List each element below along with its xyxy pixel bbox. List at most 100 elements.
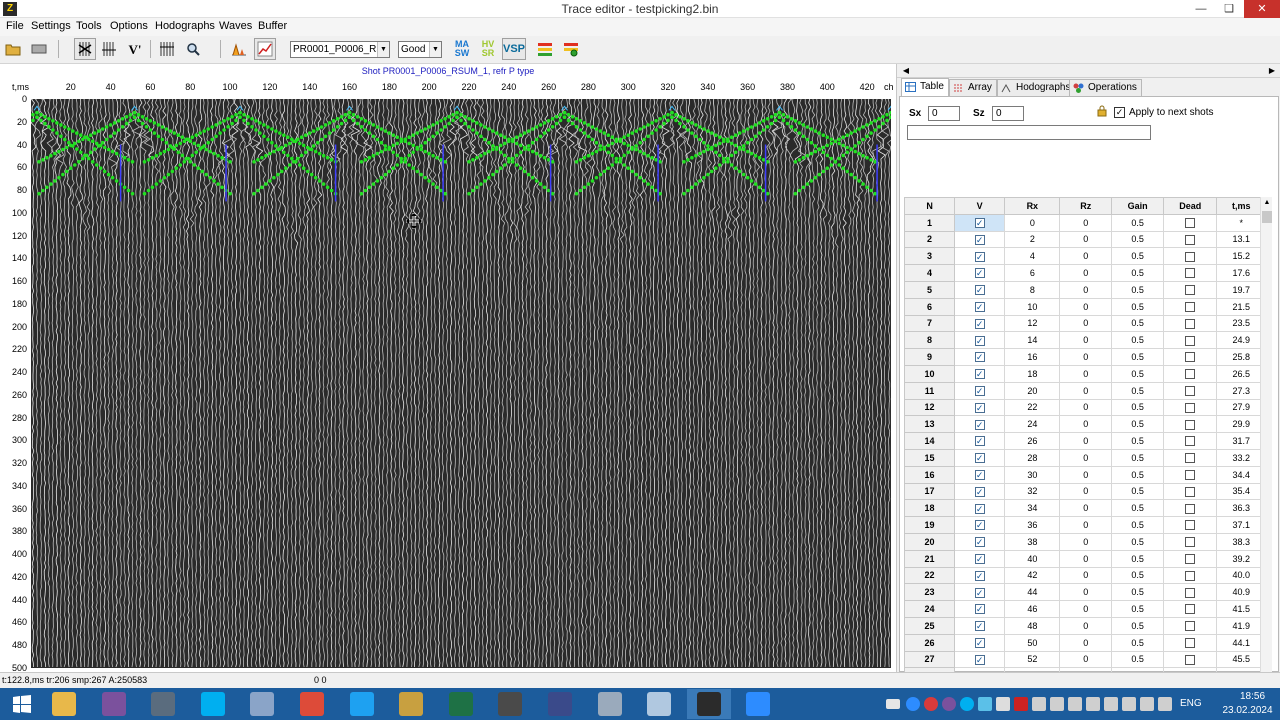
cell-dead[interactable]: [1163, 533, 1218, 551]
visible-checkbox[interactable]: ✓: [974, 637, 985, 648]
keyboard-button[interactable]: [28, 38, 50, 60]
dead-checkbox[interactable]: [1185, 553, 1196, 564]
cell-v[interactable]: ✓: [954, 315, 1006, 333]
seismogram-panel[interactable]: Shot PR0001_P0006_RSUM_1, refr P type t,…: [0, 64, 896, 673]
tab-table[interactable]: Table: [901, 78, 949, 96]
cell-dead[interactable]: [1163, 516, 1218, 534]
tab-array[interactable]: Array: [949, 79, 997, 96]
cell-v[interactable]: ✓: [954, 214, 1006, 232]
usb-tray-icon[interactable]: [996, 697, 1010, 711]
pick-mode-button[interactable]: [74, 38, 96, 60]
cell-dead[interactable]: [1163, 331, 1218, 350]
viber-tray-icon[interactable]: [942, 697, 956, 711]
menu-tools[interactable]: Tools: [76, 20, 102, 32]
dead-checkbox[interactable]: [1185, 587, 1196, 598]
col-t-ms[interactable]: t,ms: [1216, 197, 1266, 215]
cell-dead[interactable]: [1163, 449, 1218, 467]
dead-checkbox[interactable]: [1185, 318, 1196, 329]
dead-checkbox[interactable]: [1185, 436, 1196, 447]
taskbar-button-viber[interactable]: [92, 689, 136, 719]
dead-checkbox[interactable]: [1185, 503, 1196, 514]
taskbar-button-skype[interactable]: [191, 689, 235, 719]
comment-input[interactable]: [907, 125, 1151, 140]
table-row[interactable]: 10 ✓ 18 0 0.5 26.5: [903, 364, 1266, 383]
menu-waves[interactable]: Waves: [219, 20, 252, 32]
col-dead[interactable]: Dead: [1162, 197, 1218, 215]
visible-checkbox[interactable]: ✓: [974, 453, 985, 464]
cell-dead[interactable]: [1163, 214, 1218, 232]
clock-time[interactable]: 18:56: [1225, 691, 1280, 702]
horizontal-scrollbar[interactable]: ◀ ▶: [897, 64, 1280, 78]
traces-button[interactable]: [98, 38, 120, 60]
table-row[interactable]: 24 ✓ 46 0 0.5 41.5: [903, 600, 1266, 618]
col-rz[interactable]: Rz: [1059, 197, 1113, 215]
visible-checkbox[interactable]: ✓: [974, 285, 985, 296]
cell-dead[interactable]: [1163, 399, 1218, 417]
cell-v[interactable]: ✓: [954, 281, 1006, 299]
taskbar-button-calculator[interactable]: [141, 689, 185, 719]
visible-checkbox[interactable]: ✓: [974, 486, 985, 497]
table-row[interactable]: 8 ✓ 14 0 0.5 24.9: [903, 331, 1266, 350]
dead-checkbox[interactable]: [1185, 654, 1196, 665]
dead-checkbox[interactable]: [1185, 570, 1196, 581]
cell-v[interactable]: ✓: [954, 264, 1006, 282]
cell-dead[interactable]: [1163, 365, 1218, 383]
cell-dead[interactable]: [1163, 617, 1218, 635]
sx-input[interactable]: 0: [928, 106, 960, 121]
zoom-tray-icon[interactable]: [906, 697, 920, 711]
visible-checkbox[interactable]: ✓: [974, 419, 985, 430]
trace-gain-button[interactable]: [156, 38, 178, 60]
table-row[interactable]: 26 ✓ 50 0 0.5 44.1: [903, 633, 1266, 652]
taskbar-button-internet-explorer[interactable]: [340, 689, 384, 719]
cell-v[interactable]: ✓: [954, 247, 1006, 266]
spectrum-button[interactable]: [228, 38, 250, 60]
dead-checkbox[interactable]: [1185, 402, 1196, 413]
bluetooth-tray-icon[interactable]: [1140, 697, 1154, 711]
taskbar-button-scanner[interactable]: [588, 689, 632, 719]
menu-hodographs[interactable]: Hodographs: [155, 20, 215, 32]
table-row[interactable]: 2 ✓ 2 0 0.5 13.1: [903, 230, 1266, 249]
dead-checkbox[interactable]: [1185, 385, 1196, 396]
scroll-up-icon[interactable]: ▲: [1261, 197, 1273, 209]
taskbar-button-mathcad[interactable]: [488, 689, 532, 719]
cell-dead[interactable]: [1163, 466, 1218, 484]
visible-checkbox[interactable]: ✓: [974, 251, 985, 262]
shot-select[interactable]: PR0001_P0006_RSU ▼: [290, 41, 390, 58]
cell-v[interactable]: ✓: [954, 533, 1006, 551]
skype-tray-icon[interactable]: [960, 697, 974, 711]
menu-buffer[interactable]: Buffer: [258, 20, 287, 32]
table-row[interactable]: 17 ✓ 32 0 0.5 35.4: [903, 482, 1266, 501]
dead-checkbox[interactable]: [1185, 469, 1196, 480]
battery-tray-icon[interactable]: [1068, 697, 1082, 711]
layers-button[interactable]: [534, 38, 556, 60]
table-row[interactable]: 23 ✓ 44 0 0.5 40.9: [903, 583, 1266, 602]
cell-dead[interactable]: [1163, 583, 1218, 602]
hodograph-plot-button[interactable]: [254, 38, 276, 60]
table-row[interactable]: 12 ✓ 22 0 0.5 27.9: [903, 398, 1266, 417]
scroll-left-icon[interactable]: ◀: [899, 64, 913, 78]
cell-dead[interactable]: [1163, 231, 1218, 249]
taskbar-button-zoom[interactable]: [736, 689, 780, 719]
flag-tray-icon[interactable]: [1122, 697, 1136, 711]
cell-v[interactable]: ✓: [954, 617, 1006, 635]
tab-operations[interactable]: Operations: [1069, 79, 1142, 96]
cell-v[interactable]: ✓: [954, 583, 1006, 602]
table-row[interactable]: 7 ✓ 12 0 0.5 23.5: [903, 314, 1266, 333]
menu-file[interactable]: File: [6, 20, 24, 32]
table-row[interactable]: 18 ✓ 34 0 0.5 36.3: [903, 499, 1266, 518]
cell-dead[interactable]: [1163, 415, 1218, 434]
dead-checkbox[interactable]: [1185, 369, 1196, 380]
sz-input[interactable]: 0: [992, 106, 1024, 121]
antivirus-tray-icon[interactable]: [1014, 697, 1028, 711]
apply-next-shots-checkbox[interactable]: ✓: [1114, 107, 1125, 118]
cell-v[interactable]: ✓: [954, 365, 1006, 383]
cell-dead[interactable]: [1163, 600, 1218, 618]
cell-v[interactable]: ✓: [954, 483, 1006, 501]
col-n[interactable]: N: [903, 197, 956, 215]
table-row[interactable]: 15 ✓ 28 0 0.5 33.2: [903, 448, 1266, 467]
seismic-traces-plot[interactable]: [31, 99, 891, 668]
cell-v[interactable]: ✓: [954, 499, 1006, 518]
cell-v[interactable]: ✓: [954, 331, 1006, 350]
cell-dead[interactable]: [1163, 247, 1218, 266]
minimize-button[interactable]: —: [1188, 0, 1214, 18]
